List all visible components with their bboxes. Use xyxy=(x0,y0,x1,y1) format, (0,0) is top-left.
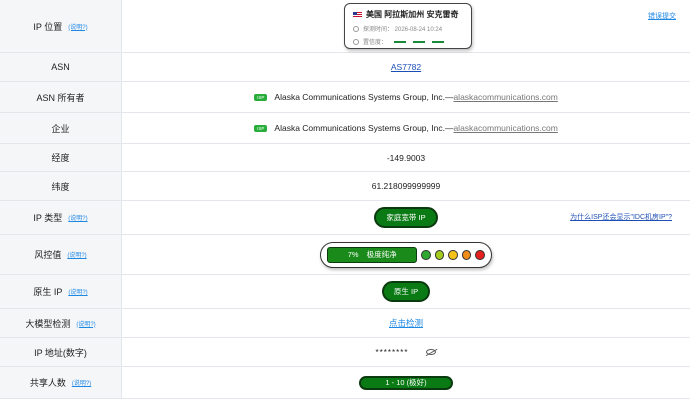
native-ip-badge: 原生 IP xyxy=(381,281,431,302)
ip-info-table: IP 位置 (说明?) 美国 阿拉斯加州 安克雷奇 探测时间： 2026-08-… xyxy=(0,0,690,399)
row-llm-check: 大模型检测 (说明?) 点击检测 xyxy=(0,309,690,338)
row-asn: ASN AS7782 xyxy=(0,53,690,82)
row-value: 7% 极度纯净 xyxy=(122,235,690,274)
confidence-bar xyxy=(432,40,445,43)
row-value: 1 - 10 (极好) xyxy=(122,367,690,398)
why-idc-link[interactable]: 为什么ISP还会显示"IDC机房IP"? xyxy=(570,212,672,222)
label-text: 企业 xyxy=(51,123,70,134)
shield-icon xyxy=(353,38,359,45)
clock-icon xyxy=(353,25,359,32)
label-text: 风控值 xyxy=(34,250,62,260)
risk-level-dot xyxy=(475,249,485,260)
confidence-bar xyxy=(394,40,407,43)
label-text: 大模型检测 xyxy=(25,318,71,329)
detect-link[interactable]: 点击检测 xyxy=(389,317,423,329)
error-report-link[interactable]: 错误提交 xyxy=(648,11,676,21)
row-label: 企业 xyxy=(0,113,122,143)
row-company: 企业 ISP Alaska Communications Systems Gro… xyxy=(0,113,690,144)
detect-time: 探测时间： 2026-08-24 10:24 xyxy=(363,27,443,33)
row-value: ISP Alaska Communications Systems Group,… xyxy=(122,82,690,112)
risk-text: 极度纯净 xyxy=(366,250,397,259)
org-name: Alaska Communications Systems Group, Inc… xyxy=(274,123,454,133)
row-value: 美国 阿拉斯加州 安克雷奇 探测时间： 2026-08-24 10:24 置信度… xyxy=(122,0,690,52)
label-text: 共享人数 xyxy=(29,378,66,388)
row-ip-type: IP 类型 (说明?) 家庭宽带 IP 为什么ISP还会显示"IDC机房IP"? xyxy=(0,201,690,235)
row-longitude: 经度 -149.9003 xyxy=(0,144,690,172)
label-text: IP 地址(数字) xyxy=(34,347,87,358)
shared-users-badge: 1 - 10 (极好) xyxy=(359,375,453,390)
risk-level-dot xyxy=(434,249,445,260)
row-label: 大模型检测 (说明?) xyxy=(0,309,122,337)
row-value: 家庭宽带 IP 为什么ISP还会显示"IDC机房IP"? xyxy=(122,201,690,234)
label-text: 纬度 xyxy=(51,181,70,192)
risk-meter: 7% 极度纯净 xyxy=(320,241,492,268)
label-text: ASN 所有者 xyxy=(36,92,85,103)
label-text: IP 位置 xyxy=(33,21,63,32)
row-label: ASN 所有者 xyxy=(0,82,122,112)
row-ip-numeric: IP 地址(数字) ******** xyxy=(0,338,690,367)
risk-level-dot xyxy=(448,249,458,260)
row-value: 原生 IP xyxy=(122,275,690,308)
row-risk: 风控值 (说明?) 7% 极度纯净 xyxy=(0,235,690,275)
help-link[interactable]: (说明?) xyxy=(68,22,87,31)
row-latitude: 纬度 61.218099999999 xyxy=(0,172,690,201)
row-ip-location: IP 位置 (说明?) 美国 阿拉斯加州 安克雷奇 探测时间： 2026-08-… xyxy=(0,0,690,53)
risk-level-dot xyxy=(421,249,431,260)
row-label: 原生 IP (说明?) xyxy=(0,275,122,308)
risk-level-dot xyxy=(461,249,472,260)
org-domain-link[interactable]: alaskacommunications.com xyxy=(453,123,557,133)
row-value: 61.218099999999 xyxy=(122,172,690,200)
org-name: Alaska Communications Systems Group, Inc… xyxy=(274,92,454,102)
row-label: IP 类型 (说明?) xyxy=(0,201,122,234)
us-flag-icon xyxy=(353,11,362,18)
row-value: AS7782 xyxy=(122,53,690,81)
label-text: ASN xyxy=(51,62,70,72)
asn-link[interactable]: AS7782 xyxy=(391,62,421,72)
isp-badge: ISP xyxy=(254,124,268,132)
location-text: 美国 阿拉斯加州 安克雷奇 xyxy=(366,10,459,19)
row-label: ASN xyxy=(0,53,122,81)
risk-score-bar: 7% 极度纯净 xyxy=(327,246,418,263)
help-link[interactable]: (说明?) xyxy=(76,319,95,328)
help-link[interactable]: (说明?) xyxy=(72,378,91,387)
latitude-value: 61.218099999999 xyxy=(371,181,441,191)
row-label: IP 位置 (说明?) xyxy=(0,0,122,52)
confidence-label: 置信度： xyxy=(363,40,388,46)
row-label: 共享人数 (说明?) xyxy=(0,367,122,398)
location-card: 美国 阿拉斯加州 安克雷奇 探测时间： 2026-08-24 10:24 置信度… xyxy=(344,3,472,49)
isp-badge: ISP xyxy=(254,93,268,101)
row-asn-owner: ASN 所有者 ISP Alaska Communications System… xyxy=(0,82,690,113)
help-link[interactable]: (说明?) xyxy=(68,287,87,296)
help-link[interactable]: (说明?) xyxy=(68,213,87,222)
label-text: 经度 xyxy=(51,153,70,163)
row-label: 经度 xyxy=(0,144,122,171)
row-value: ******** xyxy=(122,338,690,366)
masked-ip: ******** xyxy=(375,347,409,357)
label-text: 原生 IP xyxy=(33,287,63,297)
confidence-bar xyxy=(413,40,426,43)
org-domain-link[interactable]: alaskacommunications.com xyxy=(453,92,557,102)
label-text: IP 类型 xyxy=(33,213,63,223)
row-value: 点击检测 xyxy=(122,309,690,337)
row-shared: 共享人数 (说明?) 1 - 10 (极好) xyxy=(0,367,690,399)
row-value: ISP Alaska Communications Systems Group,… xyxy=(122,113,690,143)
help-link[interactable]: (说明?) xyxy=(67,250,86,259)
row-label: 风控值 (说明?) xyxy=(0,235,122,274)
row-value: -149.9003 xyxy=(122,144,690,171)
row-native-ip: 原生 IP (说明?) 原生 IP xyxy=(0,275,690,309)
row-label: 纬度 xyxy=(0,172,122,200)
ip-type-badge: 家庭宽带 IP xyxy=(374,207,438,228)
row-label: IP 地址(数字) xyxy=(0,338,122,366)
longitude-value: -149.9003 xyxy=(386,152,426,163)
risk-percent: 7% xyxy=(347,250,359,259)
eye-off-icon[interactable] xyxy=(426,349,437,355)
